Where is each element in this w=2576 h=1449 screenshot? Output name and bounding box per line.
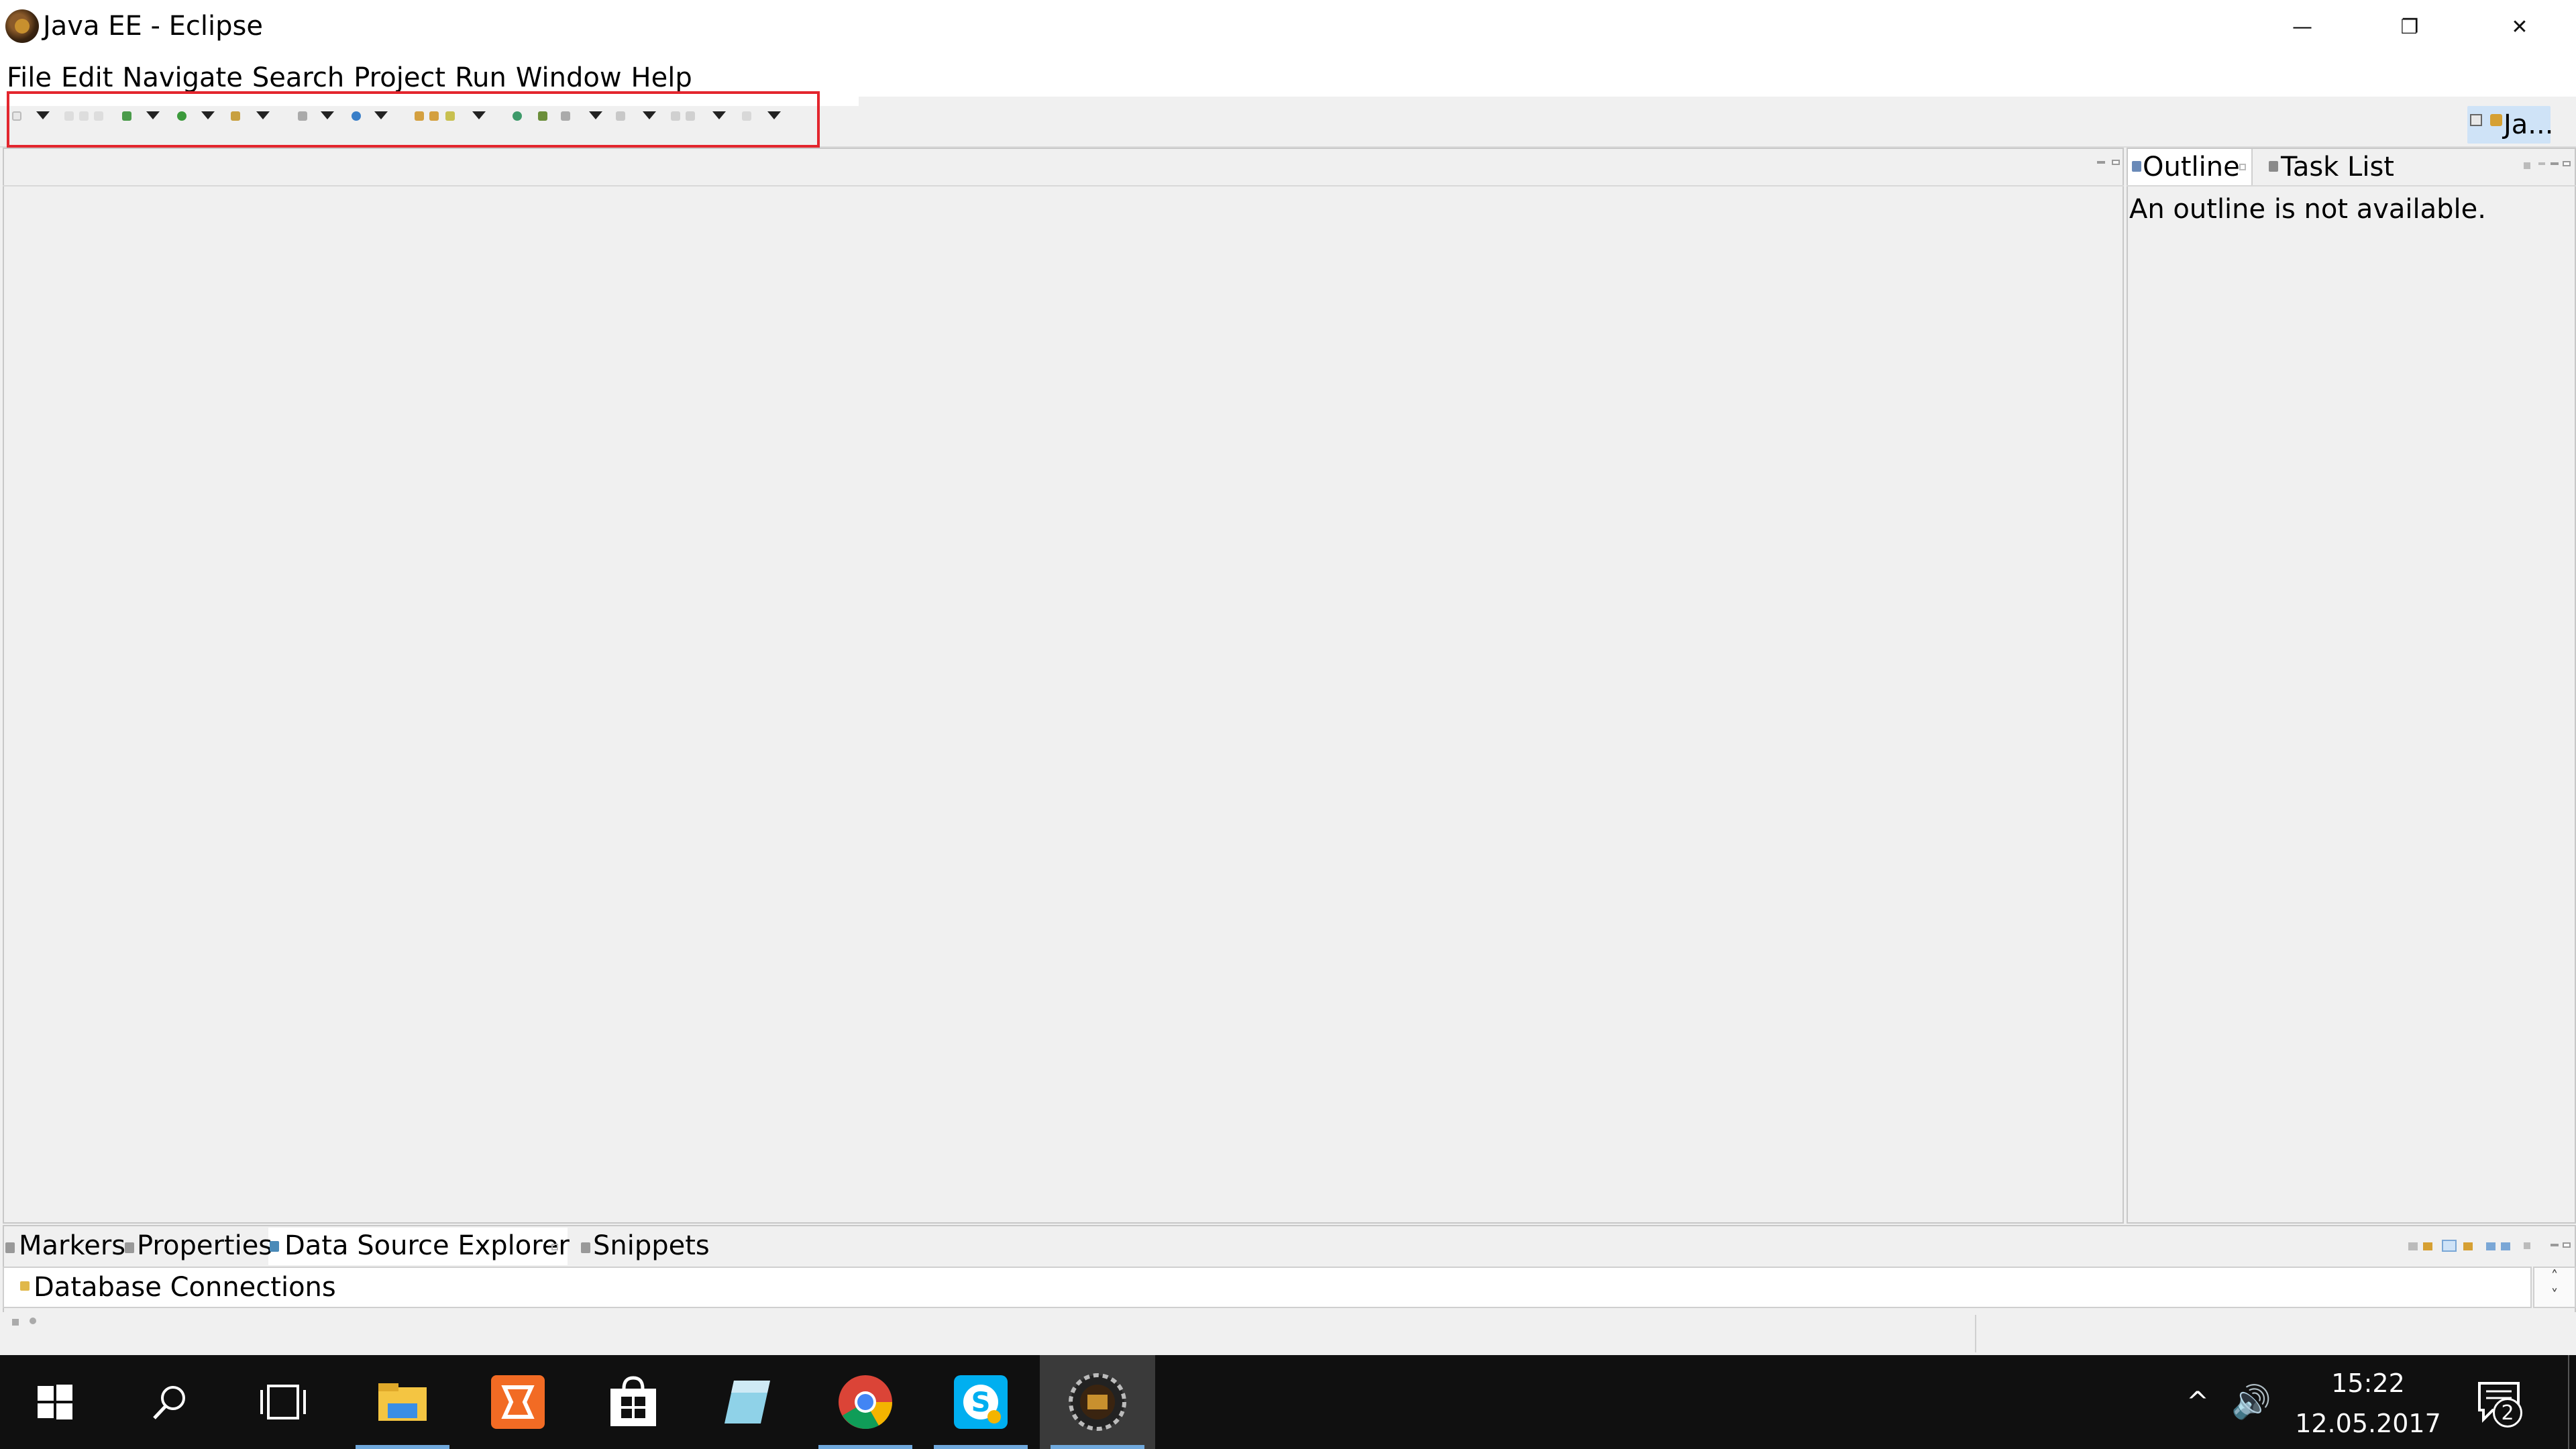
windows-start-icon bbox=[38, 1385, 72, 1419]
bottom-maximize-icon[interactable] bbox=[2563, 1242, 2571, 1248]
taskbar-xampp[interactable] bbox=[471, 1355, 565, 1449]
toolbar-highlight-box bbox=[7, 91, 820, 148]
tab-snippets-label: Snippets bbox=[593, 1230, 710, 1261]
search-icon bbox=[153, 1386, 185, 1419]
open-perspective-icon[interactable] bbox=[2470, 114, 2482, 126]
taskbar-eclipse-java-ee[interactable] bbox=[1051, 1355, 1144, 1449]
notepad-icon bbox=[724, 1381, 770, 1424]
close-button[interactable]: ✕ bbox=[2466, 0, 2573, 54]
xampp-icon bbox=[491, 1375, 545, 1429]
markers-icon bbox=[5, 1242, 15, 1253]
restore-button[interactable]: ❐ bbox=[2356, 0, 2463, 54]
snippets-icon bbox=[581, 1242, 590, 1253]
search-button[interactable] bbox=[122, 1355, 216, 1449]
new-connection-icon[interactable] bbox=[2423, 1242, 2432, 1250]
editor-minimize-icon[interactable] bbox=[2097, 161, 2105, 164]
minimize-button[interactable]: — bbox=[2249, 0, 2356, 54]
tab-task-list-label: Task List bbox=[2281, 152, 2394, 182]
editor-tab-bar bbox=[3, 148, 2124, 186]
status-fast-view-icon[interactable] bbox=[12, 1319, 19, 1326]
properties-icon bbox=[125, 1242, 134, 1253]
status-progress-icon[interactable] bbox=[30, 1318, 36, 1324]
refresh-icon[interactable] bbox=[2501, 1242, 2510, 1250]
tab-properties-label: Properties bbox=[137, 1230, 273, 1261]
tab-data-source-explorer-label: Data Source Explorer bbox=[284, 1230, 570, 1261]
status-bar bbox=[3, 1312, 2576, 1355]
outline-panel bbox=[2127, 148, 2576, 1224]
status-divider bbox=[1975, 1315, 1976, 1352]
link-with-editor-icon[interactable] bbox=[2442, 1240, 2457, 1252]
show-desktop-button[interactable] bbox=[2568, 1355, 2569, 1449]
window-title: Java EE - Eclipse bbox=[43, 11, 263, 42]
skype-icon: S bbox=[954, 1375, 1008, 1429]
tree-item-database-connections[interactable]: Database Connections bbox=[34, 1268, 336, 1307]
active-indicator bbox=[818, 1445, 912, 1449]
outline-chevron-icon[interactable] bbox=[2538, 162, 2545, 165]
task-list-icon bbox=[2269, 161, 2278, 172]
outline-empty-message: An outline is not available. bbox=[2129, 194, 2486, 225]
task-view-button[interactable] bbox=[236, 1355, 330, 1449]
outline-view-menu-icon[interactable] bbox=[2524, 162, 2530, 169]
scroll-up-icon[interactable]: ˄ bbox=[2534, 1268, 2575, 1287]
taskbar-skype[interactable]: S bbox=[934, 1355, 1028, 1449]
bottom-view-menu-icon[interactable] bbox=[2524, 1242, 2530, 1249]
database-folder-icon bbox=[20, 1281, 30, 1291]
store-icon bbox=[610, 1376, 656, 1426]
java-ee-perspective-icon bbox=[2490, 114, 2502, 126]
editor-area[interactable] bbox=[3, 148, 2124, 1224]
taskbar-file-explorer[interactable] bbox=[356, 1355, 449, 1449]
tab-markers-label: Markers bbox=[19, 1230, 126, 1261]
clock-time[interactable]: 15:22 bbox=[2294, 1364, 2442, 1402]
svg-text:S: S bbox=[971, 1387, 991, 1418]
volume-icon[interactable]: 🔊 bbox=[2231, 1382, 2271, 1422]
title-bar bbox=[0, 0, 2576, 54]
outline-maximize-icon[interactable] bbox=[2563, 161, 2571, 166]
scroll-down-icon[interactable]: ˅ bbox=[2534, 1287, 2575, 1305]
editor-maximize-icon[interactable] bbox=[2112, 160, 2120, 165]
active-indicator bbox=[1051, 1445, 1144, 1449]
export-icon[interactable] bbox=[2486, 1242, 2496, 1250]
task-view-icon bbox=[260, 1385, 306, 1419]
chrome-icon bbox=[839, 1375, 893, 1429]
outline-close-icon[interactable] bbox=[2239, 164, 2246, 170]
outline-minimize-icon[interactable] bbox=[2551, 162, 2559, 165]
active-indicator bbox=[934, 1445, 1028, 1449]
eclipse-java-ee-icon bbox=[1069, 1373, 1126, 1431]
taskbar-notepad[interactable] bbox=[700, 1355, 794, 1449]
clock-date[interactable]: 12.05.2017 bbox=[2294, 1405, 2442, 1442]
perspective-label: Ja... bbox=[2504, 109, 2554, 140]
data-source-explorer-icon bbox=[270, 1241, 279, 1252]
bottom-minimize-icon[interactable] bbox=[2551, 1244, 2559, 1246]
tray-overflow-chevron-icon[interactable]: ^ bbox=[2184, 1389, 2211, 1415]
outline-icon bbox=[2132, 161, 2141, 172]
taskbar-chrome[interactable] bbox=[818, 1355, 912, 1449]
collapse-all-icon[interactable] bbox=[2408, 1242, 2418, 1250]
tree-scroll-control[interactable]: ˄ ˅ bbox=[2533, 1267, 2576, 1308]
tab-outline-label: Outline bbox=[2143, 152, 2240, 182]
taskbar-store[interactable] bbox=[586, 1355, 680, 1449]
notification-count-badge: 2 bbox=[2493, 1398, 2522, 1428]
eclipse-logo-icon bbox=[5, 9, 39, 43]
menu-bar: File Edit Navigate Search Project Run Wi… bbox=[0, 54, 2576, 97]
import-icon[interactable] bbox=[2463, 1242, 2473, 1250]
database-connections-tree[interactable] bbox=[3, 1267, 2532, 1308]
folder-icon bbox=[378, 1383, 427, 1421]
start-button[interactable] bbox=[8, 1355, 102, 1449]
active-indicator bbox=[356, 1445, 449, 1449]
data-source-explorer-close-icon[interactable] bbox=[551, 1244, 558, 1250]
tab-outline[interactable]: Outline bbox=[2128, 149, 2253, 185]
